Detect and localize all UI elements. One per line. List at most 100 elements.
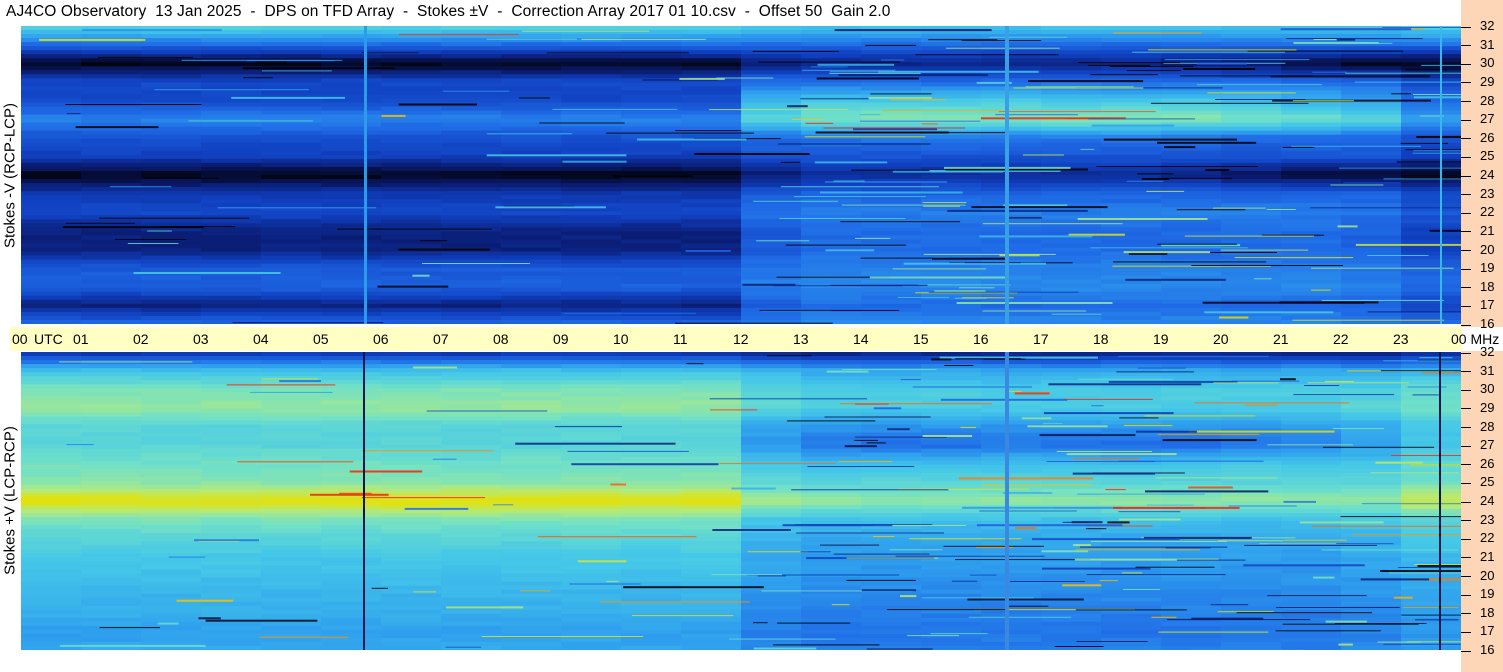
time-tick-label: 14 (853, 331, 869, 347)
time-tick-label: 10 (613, 331, 629, 347)
spectrogram-bottom-cell (141, 440, 202, 446)
spectrogram-top-cell (321, 54, 382, 59)
spectrogram-top-cell (441, 243, 502, 249)
spectrogram-top-cell (441, 158, 502, 164)
spectrogram-bottom-cell (921, 424, 982, 430)
spectrogram-top-streak (486, 38, 577, 40)
spectrogram-top-cell (561, 319, 622, 324)
spectrogram-bottom-cell (921, 565, 982, 571)
spectrogram-top-streak (1403, 177, 1461, 179)
spectrogram-top-cell (81, 150, 142, 156)
spectrogram-top-streak (255, 61, 287, 64)
spectrogram-top-streak (1164, 146, 1196, 149)
spectrogram-bottom-cell (741, 384, 802, 389)
spectrogram-top-cell (981, 227, 1042, 232)
spectrogram-top-cell (861, 303, 922, 309)
spectrogram-top-streak (923, 205, 960, 207)
spectrogram-top-cell (681, 34, 742, 39)
spectrogram-top-cell (921, 251, 982, 257)
spectrogram-top-cell (441, 315, 502, 321)
spectrogram-top-cell (501, 267, 562, 273)
spectrogram-top-cell (561, 191, 622, 196)
spectrogram-bottom-cell (1221, 432, 1282, 438)
spectrogram-bottom-cell (261, 505, 322, 510)
spectrogram-bottom-streak (838, 461, 893, 462)
spectrogram-bottom-cell (321, 472, 382, 478)
spectrogram-bottom-cell (1041, 629, 1102, 635)
spectrogram-bottom-cell (261, 597, 322, 603)
spectrogram-top-cell (1101, 211, 1162, 216)
spectrogram-bottom-streak (846, 557, 939, 559)
spectrogram-top-cell (621, 78, 682, 83)
spectrogram-top-cell (441, 134, 502, 140)
spectrogram-bottom-cell (441, 464, 502, 470)
spectrogram-top-cell (681, 303, 742, 309)
spectrogram-bottom-cell (561, 444, 622, 450)
spectrogram-bottom-cell (1041, 517, 1102, 522)
spectrogram-top-cell (1401, 295, 1461, 301)
spectrogram-bottom-cell (381, 501, 442, 506)
spectrogram-bottom-cell (921, 408, 982, 414)
spectrogram-bottom-cell (81, 573, 142, 579)
spectrogram-top-cell (561, 219, 622, 224)
spectrogram-top-streak (1292, 319, 1445, 321)
spectrogram-top-streak (694, 153, 810, 155)
spectrogram-bottom-cell (321, 380, 382, 385)
spectrogram-bottom-streak (1090, 540, 1228, 542)
spectrogram-bottom-cell (921, 513, 982, 518)
spectrogram-top-cell (501, 130, 562, 136)
spectrogram-bottom-cell (141, 509, 202, 514)
spectrogram-bottom-cell (501, 416, 562, 422)
spectrogram-bottom-cell (1281, 352, 1342, 357)
spectrogram-bottom-cell (441, 428, 502, 434)
spectrogram-bottom-cell (501, 537, 562, 542)
spectrogram-bottom-streak (1217, 611, 1274, 613)
spectrogram-top-cell (681, 158, 742, 164)
spectrogram-top-streak (99, 217, 250, 219)
spectrogram-top-cell (921, 34, 982, 39)
spectrogram-top-cell (1341, 86, 1402, 92)
spectrogram-top-cell (921, 114, 982, 120)
spectrogram-bottom-cell (681, 553, 742, 558)
spectrogram-bottom-streak (1351, 534, 1461, 536)
spectrogram-top-streak (817, 63, 895, 66)
spectrogram-top-streak (75, 126, 159, 129)
spectrogram-bottom-cell (1161, 529, 1222, 534)
spectrogram-top-cell (1161, 130, 1222, 136)
spectrogram-bottom-cell (441, 436, 502, 442)
spectrogram-top-cell (1221, 271, 1282, 277)
spectrogram-top-cell (81, 42, 142, 47)
spectrogram-top-cell (261, 203, 322, 208)
spectrogram-bottom-streak (854, 403, 889, 405)
spectrogram-top-cell (681, 42, 742, 47)
spectrogram-bottom-cell (1221, 585, 1282, 591)
spectrogram-bottom-cell (81, 488, 142, 494)
spectrogram-bottom-streak (1188, 430, 1335, 433)
spectrogram-bottom-cell (1221, 480, 1282, 486)
spectrogram-top-cell (801, 275, 862, 281)
spectrogram-bottom-cell (861, 480, 922, 486)
spectrogram-bottom-cell (621, 404, 682, 409)
spectrogram-bottom-cell (261, 464, 322, 470)
spectrogram-top-cell (141, 134, 202, 140)
spectrogram-top-cell (801, 138, 862, 144)
spectrogram-bottom-cell (141, 404, 202, 409)
spectrogram-bottom-cell (861, 368, 922, 373)
spectrogram-top-cell (1341, 259, 1402, 265)
spectrogram-top-cell (81, 251, 142, 257)
spectrogram-bottom-cell (81, 557, 142, 563)
spectrogram-bottom-cell (381, 529, 442, 534)
spectrogram-bottom-cell (141, 533, 202, 538)
spectrogram-top-cell (1161, 78, 1222, 83)
spectrogram-bottom-cell (381, 396, 442, 401)
spectrogram-bottom-cell (381, 569, 442, 575)
spectrogram-top-cell (501, 299, 562, 305)
spectrogram-bottom-streak (1332, 428, 1385, 430)
spectrogram-bottom-cell (321, 412, 382, 418)
spectrogram-top-cell (441, 46, 502, 51)
spectrogram-top-cell (981, 158, 1042, 164)
spectrogram-bottom-cell (141, 589, 202, 595)
spectrogram-bottom-cell (21, 581, 82, 587)
spectrogram-bottom-cell (381, 380, 442, 385)
spectrogram-bottom-streak (1280, 378, 1296, 381)
